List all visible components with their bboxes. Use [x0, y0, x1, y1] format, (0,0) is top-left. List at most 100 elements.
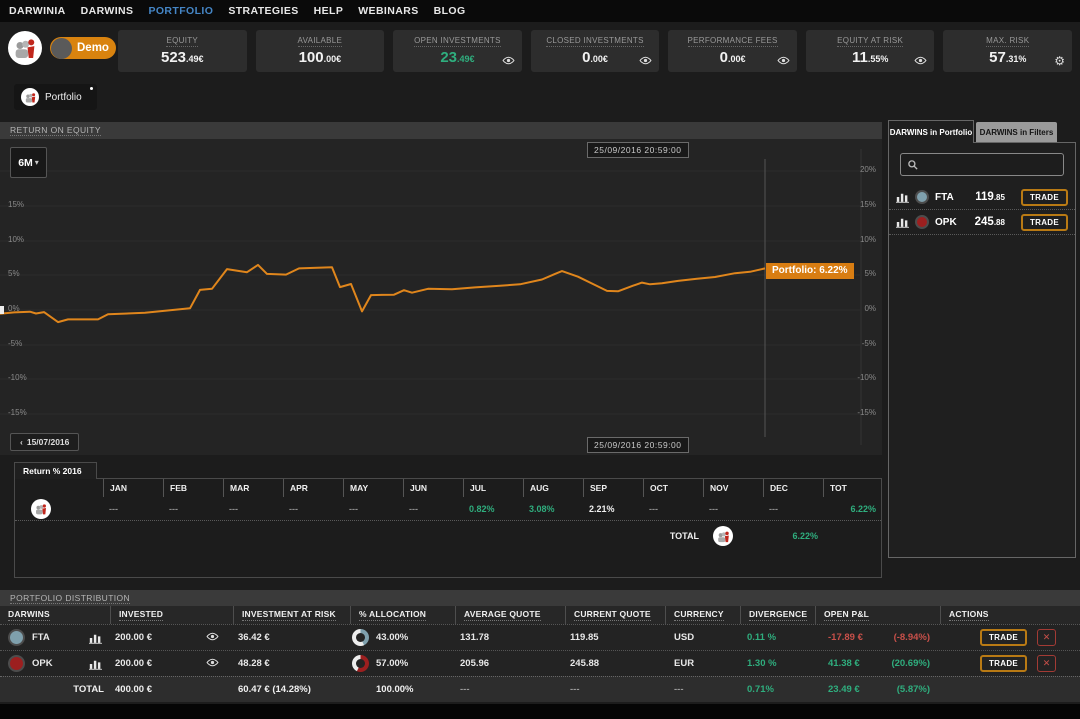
roe-chart[interactable]: 6M ▾ 15% 10% 5% 0% -5% -10% -15% 20% 15%… [0, 139, 882, 455]
gear-icon[interactable]: ⚙ [1054, 54, 1065, 68]
currency-value: EUR [665, 651, 740, 676]
trade-button[interactable]: TRADE [980, 655, 1027, 672]
monthly-data-row: --- --- --- --- --- --- 0.82% 3.08% 2.21… [15, 497, 881, 521]
darwin-name: FTA [935, 192, 954, 203]
page-footer [0, 704, 1080, 719]
account-stats-row: EQUITY 523.49€ AVAILABLE 100.00€ OPEN IN… [118, 30, 1072, 72]
total-current-quote: --- [565, 677, 665, 702]
y-axis-label-right: -5% [856, 339, 876, 348]
monthly-returns-tab[interactable]: Return % 2016 [14, 462, 97, 479]
search-icon [907, 159, 919, 171]
monthly-value: --- [643, 497, 703, 520]
nav-item-darwins[interactable]: DARWINS [81, 5, 134, 17]
account-header: Demo EQUITY 523.49€ AVAILABLE 100.00€ OP… [0, 22, 1080, 80]
stat-label: OPEN INVESTMENTS [414, 36, 501, 47]
stat-label: MAX. RISK [986, 36, 1029, 47]
tab-darwins-in-portfolio[interactable]: DARWINS in Portfolio [888, 120, 974, 143]
portfolio-tab[interactable]: Portfolio [14, 84, 97, 110]
bar-chart-icon[interactable] [89, 632, 102, 644]
roe-chart-canvas [0, 139, 882, 455]
stat-label: CLOSED INVESTMENTS [546, 36, 643, 47]
eye-icon[interactable] [914, 56, 927, 68]
bar-chart-icon[interactable] [896, 191, 909, 203]
eye-icon[interactable] [206, 632, 219, 644]
monthly-value: --- [403, 497, 463, 520]
scroll-back-button[interactable]: ‹ 15/07/2016 [10, 433, 79, 451]
y-axis-label-left: -5% [8, 339, 22, 348]
darwin-name: FTA [32, 632, 50, 643]
chevron-down-icon: ▾ [35, 158, 39, 167]
nav-item-darwinia[interactable]: DARWINIA [9, 5, 66, 17]
tab-darwins-in-filters[interactable]: DARWINS in Filters [976, 122, 1057, 143]
portfolio-tab-avatar [21, 88, 39, 106]
divergence-value: 0.11 % [740, 625, 815, 650]
stat-available: AVAILABLE 100.00€ [256, 30, 385, 72]
nav-item-help[interactable]: HELP [314, 5, 344, 17]
total-at-risk: 60.47 € (14.28%) [233, 677, 350, 702]
monthly-total-row: TOTAL 6.22% [15, 521, 881, 551]
bar-chart-icon[interactable] [89, 658, 102, 670]
allocation-donut [352, 629, 369, 646]
portfolio-tab-label: Portfolio [45, 92, 82, 103]
pnl-percent: (-8.94%) [894, 632, 930, 643]
crosshair-tooltip-bottom: 25/09/2016 20:59:00 [587, 437, 689, 453]
y-axis-label-left: -15% [8, 408, 27, 417]
nav-item-strategies[interactable]: STRATEGIES [228, 5, 298, 17]
nav-item-portfolio[interactable]: PORTFOLIO [148, 5, 213, 17]
monthly-col: OCT [643, 479, 703, 497]
monthly-value: --- [763, 497, 823, 520]
distribution-row-fta: FTA 200.00 € 36.42 € 43.00% 131.78 119.8… [0, 624, 1080, 650]
portfolio-avatar [31, 499, 51, 519]
trade-button[interactable]: TRADE [1021, 214, 1068, 231]
nav-item-webinars[interactable]: WEBINARS [358, 5, 418, 17]
darwin-quote: 245.88 [975, 216, 1005, 228]
invested-value: 200.00 € [115, 658, 152, 669]
eye-icon[interactable] [777, 56, 790, 68]
toggle-knob [51, 38, 72, 59]
y-axis-label-right: 20% [856, 165, 876, 174]
average-quote-value: 205.96 [455, 651, 565, 676]
bar-chart-icon[interactable] [896, 216, 909, 228]
eye-icon[interactable] [206, 658, 219, 670]
pnl-value: 41.38 € [828, 658, 860, 669]
range-selector-button[interactable]: 6M ▾ [10, 147, 47, 178]
monthly-col: NOV [703, 479, 763, 497]
darwin-color-dot [8, 655, 25, 672]
y-axis-label-left: -10% [8, 373, 27, 382]
demo-real-toggle[interactable]: Demo [50, 37, 116, 59]
y-axis-label-right: -10% [856, 373, 876, 382]
col-invested: INVESTED [119, 609, 163, 621]
total-return-value: 6.22% [763, 531, 823, 541]
monthly-value: --- [343, 497, 403, 520]
distribution-row-opk: OPK 200.00 € 48.28 € 57.00% 205.96 245.8… [0, 650, 1080, 676]
y-axis-label-right: 5% [856, 269, 876, 278]
current-quote-value: 245.88 [565, 651, 665, 676]
darwin-color-dot [8, 629, 25, 646]
monthly-col: MAY [343, 479, 403, 497]
col-darwins: DARWINS [8, 609, 50, 621]
list-item-opk[interactable]: OPK 245.88 TRADE [889, 210, 1075, 235]
col-allocation: % ALLOCATION [359, 609, 426, 621]
col-actions: ACTIONS [949, 609, 989, 621]
allocation-donut [352, 655, 369, 672]
stat-label: EQUITY AT RISK [837, 36, 903, 47]
total-pnl: 23.49 € [828, 684, 860, 695]
user-avatar[interactable] [8, 31, 42, 65]
darwin-search-input[interactable] [900, 153, 1064, 176]
eye-icon[interactable] [639, 56, 652, 68]
top-nav: DARWINIA DARWINS PORTFOLIO STRATEGIES HE… [0, 0, 1080, 22]
portfolio-return-badge: Portfolio: 6.22% [766, 263, 854, 279]
nav-item-blog[interactable]: BLOG [434, 5, 466, 17]
stat-closed-investments: CLOSED INVESTMENTS 0.00€ [531, 30, 660, 72]
monthly-col: JUN [403, 479, 463, 497]
trade-button[interactable]: TRADE [980, 629, 1027, 646]
stat-performance-fees: PERFORMANCE FEES 0.00€ [668, 30, 797, 72]
stat-max-risk: MAX. RISK 57.31% ⚙ [943, 30, 1072, 72]
remove-button[interactable]: ✕ [1037, 629, 1056, 646]
list-item-fta[interactable]: FTA 119.85 TRADE [889, 185, 1075, 210]
eye-icon[interactable] [502, 56, 515, 68]
back-arrow-icon: ‹ [20, 437, 23, 447]
tab-indicator-dot [90, 87, 93, 90]
remove-button[interactable]: ✕ [1037, 655, 1056, 672]
trade-button[interactable]: TRADE [1021, 189, 1068, 206]
